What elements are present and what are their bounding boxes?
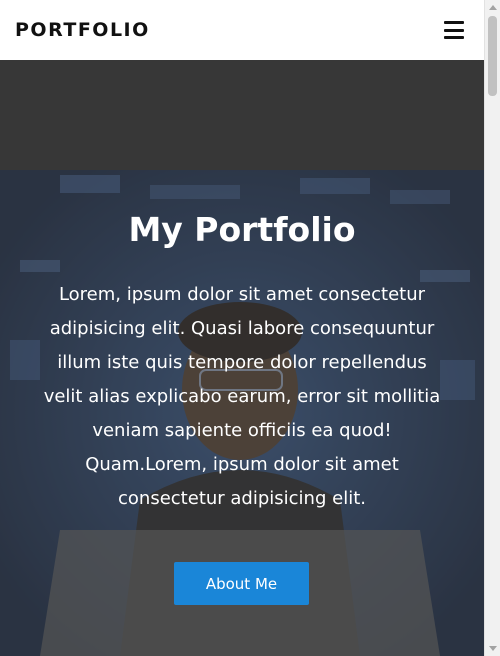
hero-description: Lorem, ipsum dolor sit amet consectetur …: [43, 284, 441, 509]
about-me-button[interactable]: About Me: [174, 562, 309, 605]
hamburger-menu-icon[interactable]: [444, 21, 464, 39]
page: PORTFOLIO My Portfolio Lorem, ipsum dolo…: [0, 0, 500, 656]
scrollbar-thumb[interactable]: [488, 16, 497, 96]
hero-section: My Portfolio Lorem, ipsum dolor sit amet…: [0, 60, 484, 656]
hamburger-bar: [444, 21, 464, 24]
vertical-scrollbar[interactable]: [484, 0, 500, 656]
scroll-down-arrow-icon[interactable]: [489, 646, 497, 651]
hamburger-bar: [444, 36, 464, 39]
navbar: PORTFOLIO: [0, 0, 484, 60]
hero-title: My Portfolio: [128, 210, 356, 249]
scroll-up-arrow-icon[interactable]: [489, 5, 497, 10]
brand-logo[interactable]: PORTFOLIO: [15, 19, 150, 41]
hamburger-bar: [444, 28, 464, 32]
